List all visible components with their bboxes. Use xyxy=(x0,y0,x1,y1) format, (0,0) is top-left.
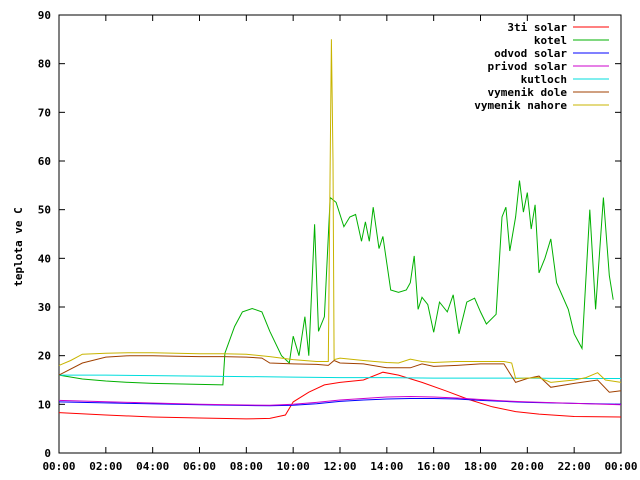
y-axis-label-group: teplota ve C xyxy=(12,207,25,286)
series-line-kotel xyxy=(58,180,614,386)
x-tick-label: 12:00 xyxy=(323,460,356,473)
legend-label-vymenik-dole: vymenik dole xyxy=(488,86,568,99)
x-tick-label: 00:00 xyxy=(604,460,637,473)
y-tick-label: 80 xyxy=(38,58,51,71)
y-tick-label: 30 xyxy=(38,301,51,314)
legend-label-3ti-solar: 3ti solar xyxy=(507,21,567,34)
legend-label-odvod-solar: odvod solar xyxy=(494,47,567,60)
x-tick-label: 10:00 xyxy=(277,460,310,473)
x-tick-label: 00:00 xyxy=(42,460,75,473)
legend-label-privod-solar: privod solar xyxy=(488,60,568,73)
x-tick-label: 18:00 xyxy=(464,460,497,473)
y-tick-label: 50 xyxy=(38,204,51,217)
x-tick-label: 04:00 xyxy=(136,460,169,473)
legend: 3ti solarkotelodvod solarprivod solarkut… xyxy=(474,21,609,112)
legend-label-kotel: kotel xyxy=(534,34,567,47)
x-tick-label: 22:00 xyxy=(558,460,591,473)
y-tick-label: 10 xyxy=(38,398,51,411)
series-line-3ti-solar xyxy=(58,371,622,420)
legend-label-vymenik-nahore: vymenik nahore xyxy=(474,99,567,112)
x-tick-label: 06:00 xyxy=(183,460,216,473)
x-tick-label: 02:00 xyxy=(89,460,122,473)
x-tick-label: 20:00 xyxy=(511,460,544,473)
y-tick-label: 70 xyxy=(38,106,51,119)
legend-label-kutloch: kutloch xyxy=(521,73,567,86)
series-line-vymenik-dole xyxy=(58,355,622,393)
y-tick-label: 90 xyxy=(38,9,51,22)
chart-canvas: teplota ve C 0 10 20 30 40 50 60 70 80 90 00:00 02… xyxy=(12,9,638,473)
y-tick-label: 20 xyxy=(38,350,51,363)
y-axis-label: teplota ve C xyxy=(12,207,25,286)
x-tick-label: 14:00 xyxy=(370,460,403,473)
x-tick-label: 16:00 xyxy=(417,460,450,473)
x-tick-label: 08:00 xyxy=(230,460,263,473)
y-tick-label: 60 xyxy=(38,155,51,168)
y-tick-label: 40 xyxy=(38,252,51,265)
y-tick-label: 0 xyxy=(44,447,51,460)
